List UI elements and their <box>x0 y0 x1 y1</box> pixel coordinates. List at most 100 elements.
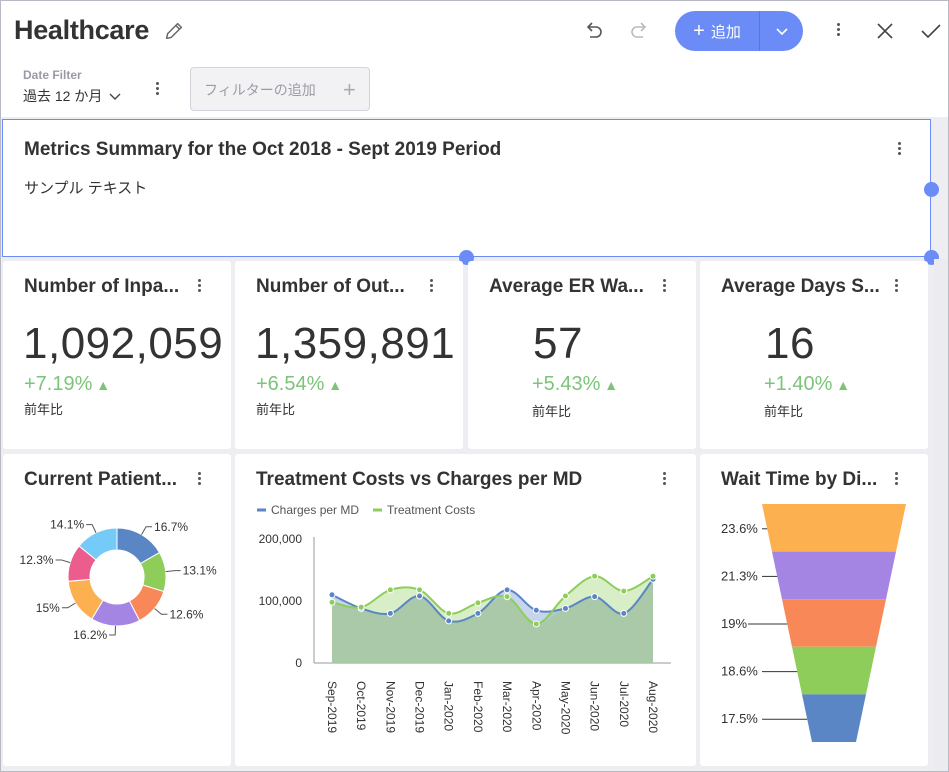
data-point <box>386 609 394 617</box>
label-leader <box>61 602 76 609</box>
funnel-segment <box>782 599 886 647</box>
data-point <box>620 609 628 617</box>
date-filter-value: 過去 12 か月 <box>23 88 103 104</box>
kpi-change: +5.43% ▲ <box>532 373 618 396</box>
chart-title: Wait Time by Di... <box>721 469 878 490</box>
slice-label: 16.7% <box>154 520 188 534</box>
kpi-card[interactable]: Average ER Wa... 57 +5.43% ▲ 前年比 <box>468 261 696 449</box>
scrollbar[interactable] <box>934 259 948 771</box>
add-button[interactable]: + 追加 <box>675 11 759 51</box>
more-options-icon[interactable] <box>831 21 845 41</box>
triangle-up-icon: ▲ <box>600 377 619 393</box>
add-filter-button[interactable]: フィルターの追加 + <box>190 67 370 111</box>
x-tick-label: Feb-2020 <box>471 681 485 733</box>
data-point <box>620 587 628 595</box>
data-point <box>474 599 482 607</box>
legend-label: Treatment Costs <box>387 503 475 517</box>
kpi-change: +6.54% ▲ <box>256 373 342 396</box>
summary-text: サンプル テキスト <box>24 180 148 197</box>
kpi-sub: 前年比 <box>764 404 804 419</box>
redo-icon[interactable] <box>628 19 652 43</box>
widget-more-icon[interactable] <box>424 277 438 297</box>
widget-more-icon[interactable] <box>889 277 903 297</box>
x-tick-label: Aug-2020 <box>646 681 660 733</box>
widget-more-icon[interactable] <box>889 470 903 490</box>
data-point <box>386 586 394 594</box>
data-point <box>561 592 569 600</box>
data-point <box>445 609 453 617</box>
x-tick-label: May-2020 <box>558 681 572 735</box>
data-point <box>591 572 599 580</box>
funnel-label: 19% <box>721 616 747 631</box>
x-tick-label: Dec-2019 <box>413 681 427 733</box>
date-filter-label: Date Filter <box>23 68 82 82</box>
data-point <box>561 604 569 612</box>
kpi-title: Average Days S... <box>721 276 880 297</box>
data-point <box>328 591 336 599</box>
widget-more-icon[interactable] <box>657 470 671 490</box>
plus-icon: + <box>693 20 705 42</box>
kpi-value: 1,092,059 <box>23 319 224 368</box>
label-leader <box>141 526 153 535</box>
resize-handle-right[interactable] <box>924 182 939 197</box>
kpi-sub: 前年比 <box>256 402 296 417</box>
data-point <box>591 593 599 601</box>
donut-chart-card[interactable]: Current Patient... 16.7% 13.1% 12.6% 16.2% 1… <box>3 454 231 766</box>
x-tick-label: Jul-2020 <box>617 681 631 727</box>
data-point <box>416 592 424 600</box>
kpi-value: 16 <box>765 319 815 368</box>
area-chart[interactable]: Charges per MD Treatment Costs 200,000 100,… <box>235 499 696 759</box>
data-point <box>503 593 511 601</box>
funnel-label: 23.6% <box>721 521 758 536</box>
y-tick-label: 0 <box>295 656 302 670</box>
x-tick-label: Jan-2020 <box>442 681 456 731</box>
undo-icon[interactable] <box>581 19 605 43</box>
x-tick-label: Mar-2020 <box>500 681 514 733</box>
x-tick-label: Oct-2019 <box>354 681 368 731</box>
funnel-segment <box>792 646 876 695</box>
widget-more-icon[interactable] <box>192 470 206 490</box>
y-tick-label: 200,000 <box>259 532 303 546</box>
close-icon[interactable] <box>873 19 897 43</box>
widget-more-icon[interactable] <box>892 140 906 160</box>
add-button-group: + 追加 <box>675 11 803 51</box>
data-point <box>532 606 540 614</box>
area-chart-card[interactable]: Treatment Costs vs Charges per MD Charge… <box>235 454 696 766</box>
donut-chart[interactable]: 16.7% 13.1% 12.6% 16.2% 15% 12.3% 14.1% <box>3 509 231 759</box>
x-tick-label: Jun-2020 <box>588 681 602 731</box>
pencil-icon[interactable] <box>163 20 185 42</box>
slice-label: 15% <box>36 601 60 615</box>
check-icon[interactable] <box>919 19 943 43</box>
label-leader <box>109 625 116 636</box>
kpi-card[interactable]: Number of Out... 1,359,891 +6.54% ▲ 前年比 <box>235 261 463 449</box>
data-point <box>649 572 657 580</box>
filter-more-icon[interactable] <box>150 80 164 100</box>
data-point <box>357 603 365 611</box>
funnel-label: 17.5% <box>721 711 758 726</box>
slice-label: 13.1% <box>183 564 217 578</box>
kpi-value: 1,359,891 <box>255 319 456 368</box>
toolbar: Healthcare + 追加 Date Filter 過去 12 か月 フィル… <box>1 1 948 117</box>
x-tick-label: Apr-2020 <box>529 681 543 731</box>
x-tick-label: Nov-2019 <box>383 681 397 733</box>
kpi-title: Average ER Wa... <box>489 276 644 297</box>
funnel-chart[interactable]: 23.6% 21.3% 19% 18.6% 17.5% <box>700 499 928 759</box>
plus-icon: + <box>343 77 356 102</box>
add-dropdown-button[interactable] <box>760 11 803 51</box>
widget-more-icon[interactable] <box>657 277 671 297</box>
kpi-card[interactable]: Average Days S... 16 +1.40% ▲ 前年比 <box>700 261 928 449</box>
triangle-up-icon: ▲ <box>832 377 851 393</box>
kpi-change: +7.19% ▲ <box>24 373 110 396</box>
kpi-change-text: +7.19% <box>24 373 93 395</box>
triangle-up-icon: ▲ <box>324 377 343 393</box>
funnel-segment <box>802 694 866 742</box>
widget-more-icon[interactable] <box>192 277 206 297</box>
kpi-card[interactable]: Number of Inpa... 1,092,059 +7.19% ▲ 前年比 <box>3 261 231 449</box>
funnel-chart-card[interactable]: Wait Time by Di... 23.6% 21.3% 19% 18.6% 17.… <box>700 454 928 766</box>
date-filter-dropdown[interactable]: 過去 12 か月 <box>23 86 121 106</box>
legend-label: Charges per MD <box>271 503 359 517</box>
slice-label: 14.1% <box>50 518 84 532</box>
data-point <box>503 586 511 594</box>
chart-title: Current Patient... <box>24 469 178 490</box>
summary-widget[interactable]: Metrics Summary for the Oct 2018 - Sept … <box>2 119 931 257</box>
